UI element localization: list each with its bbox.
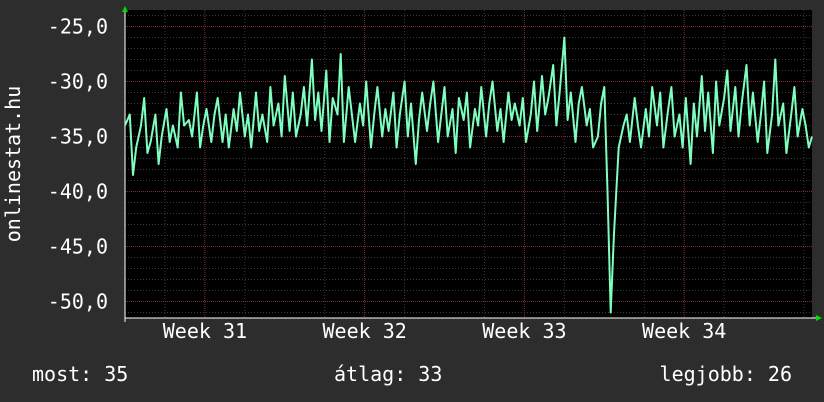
y-tick-label: -30,0 [48, 70, 108, 94]
legend-best: legjobb: 26 [659, 362, 792, 386]
y-tick-label: -45,0 [48, 235, 108, 259]
chart-container: -25,0 -30,0 -35,0 -40,0 -45,0 -50,0 Week 31 We… [0, 0, 824, 402]
legend-now: most: 35 [32, 362, 129, 386]
plot-area [125, 10, 812, 318]
x-axis-arrow-icon [816, 315, 822, 321]
legend-average: átlag: 33 [334, 362, 443, 386]
y-axis-arrow-icon [122, 6, 128, 12]
y-tick-label: -25,0 [48, 15, 108, 39]
y-tick-label: -40,0 [48, 180, 108, 204]
y-axis-ticks: -25,0 -30,0 -35,0 -40,0 -45,0 -50,0 [48, 15, 108, 314]
x-tick-label: Week 33 [482, 319, 566, 343]
y-tick-label: -50,0 [48, 290, 108, 314]
x-tick-label: Week 34 [642, 319, 726, 343]
x-tick-label: Week 32 [323, 319, 407, 343]
x-tick-label: Week 31 [163, 319, 247, 343]
x-axis-ticks: Week 31 Week 32 Week 33 Week 34 [163, 319, 727, 343]
y-tick-label: -35,0 [48, 125, 108, 149]
line-chart: -25,0-30,0-35,0-40,0-45,0-50,0 Week 31 We… [1, 6, 822, 343]
y-axis-label: onlinestat.hu [1, 86, 25, 243]
